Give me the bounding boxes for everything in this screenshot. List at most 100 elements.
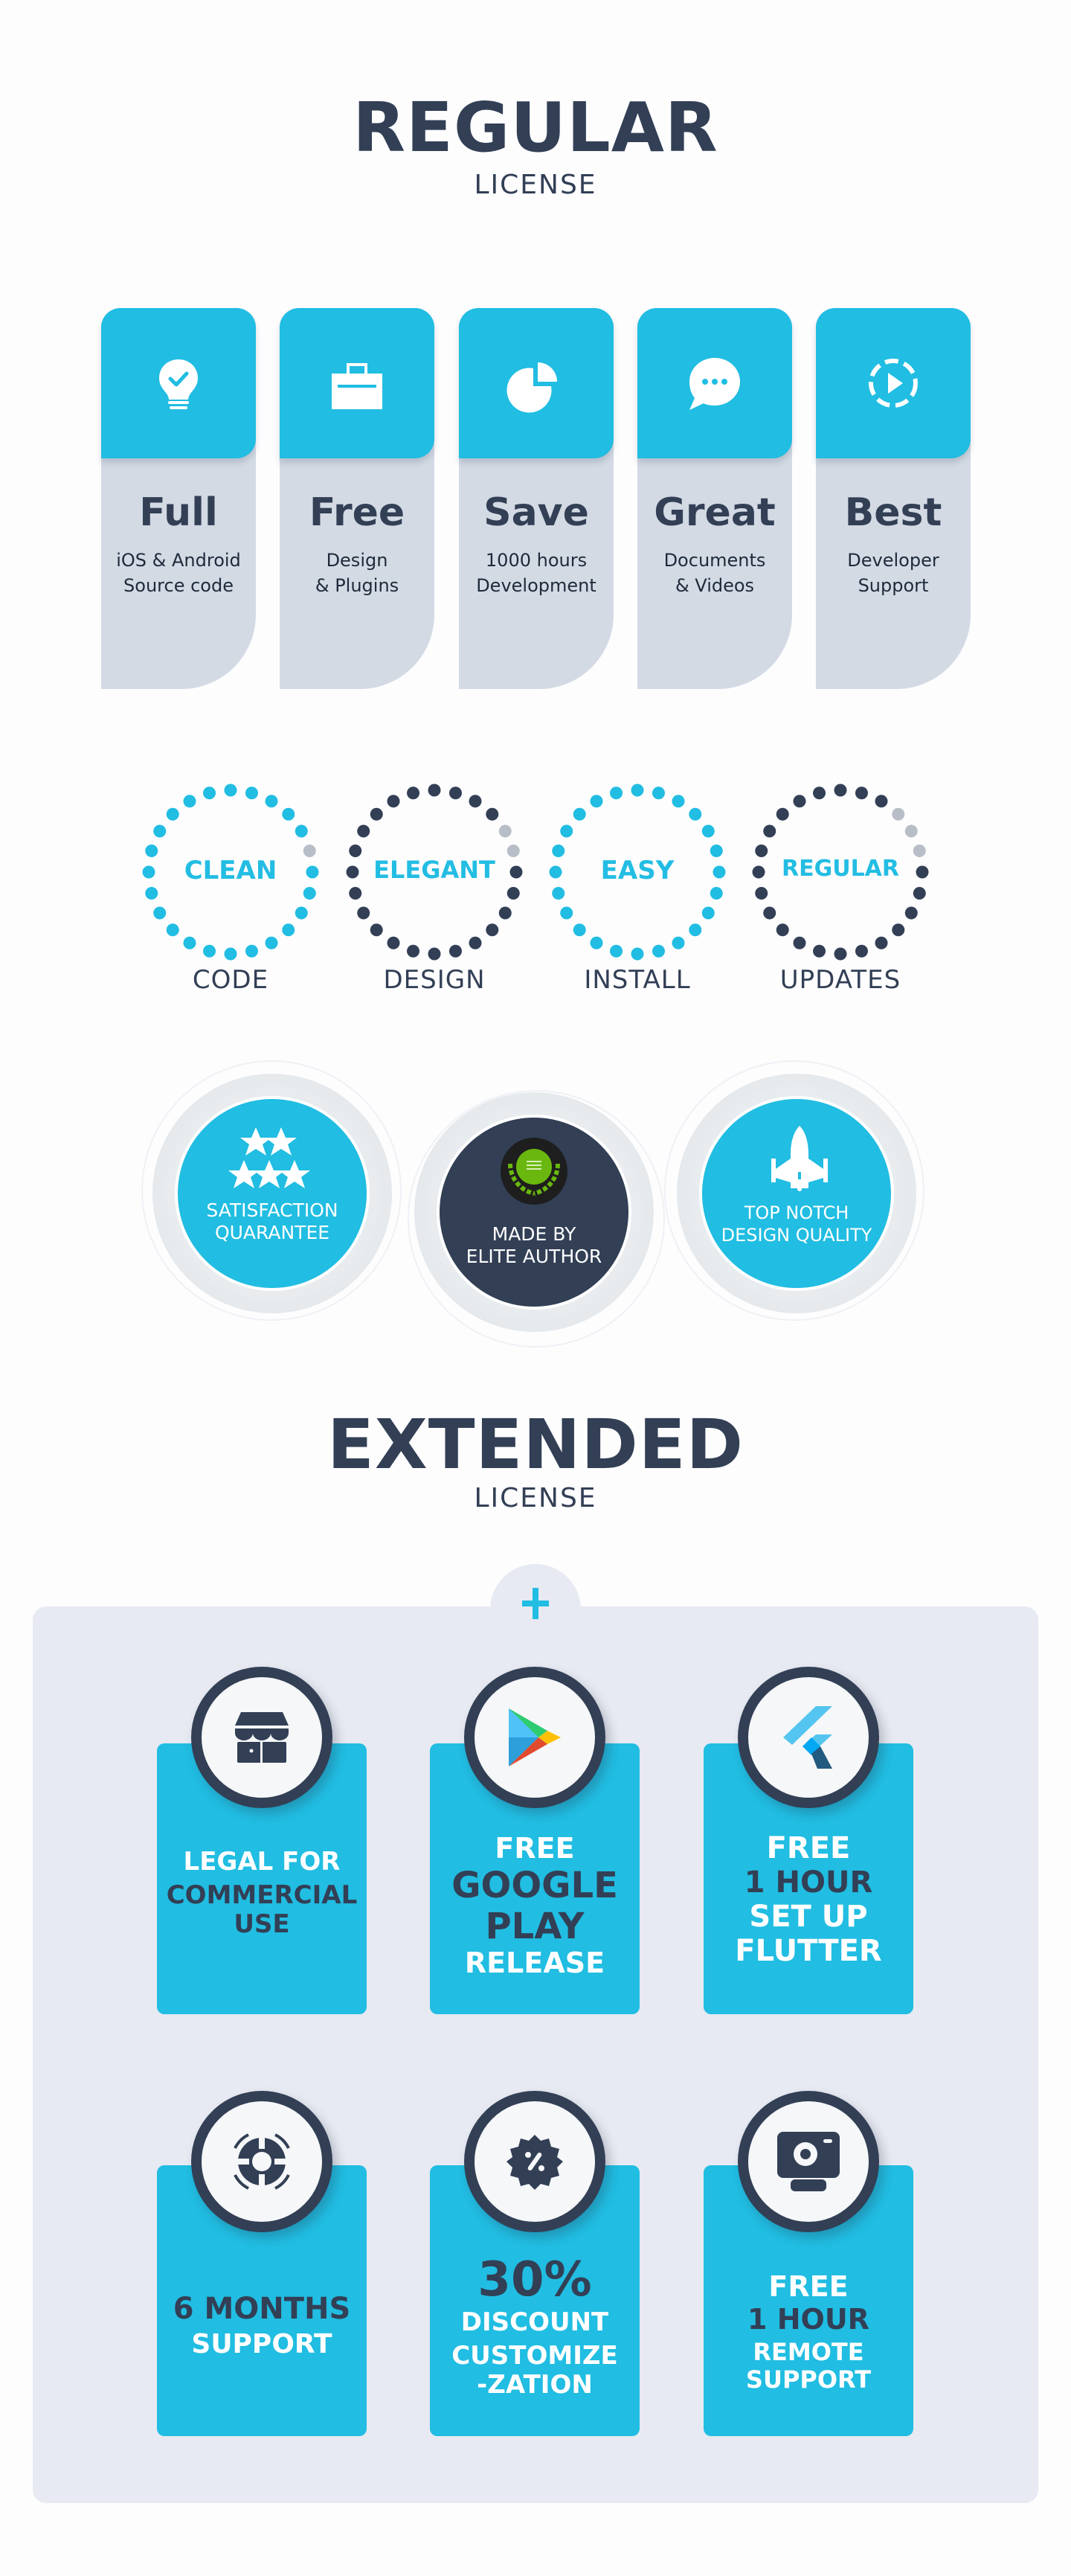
ring-dot [153, 906, 167, 920]
ring-dot [370, 923, 383, 937]
ring-dot [689, 807, 702, 821]
card-description: Developer Support [847, 550, 939, 596]
card-heading: Best [844, 490, 942, 535]
ring-dot [610, 944, 623, 958]
ring-dot [183, 936, 196, 949]
ring-label: INSTALL [584, 965, 691, 995]
lightbulb-check-icon [159, 359, 198, 409]
card-icon-area [101, 308, 256, 458]
ring-dot [303, 886, 316, 900]
ring-word: REGULAR [781, 856, 899, 882]
dot-ring-clean: CLEAN [141, 783, 320, 961]
ring-dot [875, 936, 888, 949]
five-stars-icon [228, 1127, 310, 1188]
ring-dot [166, 807, 179, 821]
ring-dot [672, 795, 685, 808]
feature-card-best: Best Developer Support [816, 308, 971, 689]
ring-dot [387, 936, 400, 949]
feature-card-free: Free Design & Plugins [280, 308, 434, 689]
ring-dot [498, 824, 512, 838]
plus-icon [522, 1588, 549, 1619]
ring-label: UPDATES [779, 965, 901, 995]
ring-dot [295, 906, 308, 920]
ring-dot [913, 886, 926, 900]
ring-dot [282, 807, 295, 821]
ring-dot [153, 824, 167, 838]
badge-text: TOP NOTCH DESIGN QUALITY [721, 1202, 872, 1246]
ring-dot [904, 824, 918, 838]
feature-card-great: Great Documents & Videos [637, 308, 792, 689]
ring-dot [755, 886, 768, 900]
dot-ring-easy: EASY [548, 783, 727, 961]
google-play-icon [509, 1708, 561, 1766]
flutter-logo-icon [783, 1706, 832, 1769]
badge-satisfaction: SATISFACTION QUARANTEE [152, 1074, 392, 1313]
ring-word: ELEGANT [373, 856, 495, 884]
icon-circle [738, 1667, 879, 1808]
card-icon-area [459, 308, 614, 458]
feature-card-save: Save 1000 hours Development [459, 308, 614, 689]
storefront-icon [235, 1712, 289, 1763]
ring-dot [145, 886, 158, 900]
icon-circle [738, 2091, 879, 2232]
ring-dot [689, 923, 702, 937]
card-icon-area [637, 308, 792, 458]
ring-dot [892, 923, 905, 937]
ring-dot [486, 923, 499, 937]
pie-chart-icon [506, 362, 557, 413]
lifebuoy-icon [234, 2133, 290, 2190]
ring-dot [793, 795, 806, 808]
ring-dot [428, 784, 441, 797]
ring-dot [469, 795, 482, 808]
badge-text: SATISFACTION QUARANTEE [206, 1199, 338, 1243]
card-heading: Great [654, 490, 776, 535]
badge-top-notch: TOP NOTCH DESIGN QUALITY [677, 1074, 916, 1313]
ring-dot [506, 886, 520, 900]
ring-dot [203, 944, 216, 958]
card-text: 6 MONTHS SUPPORT [173, 2292, 351, 2359]
ring-dot [573, 807, 586, 821]
ring-dot [469, 936, 482, 949]
card-heading: Save [483, 490, 589, 535]
ring-dot [701, 906, 715, 920]
icon-circle [191, 1667, 332, 1808]
ring-dot [370, 807, 383, 821]
ring-dot [486, 807, 499, 821]
ring-dot [701, 824, 715, 838]
ring-word: CLEAN [184, 856, 277, 885]
ring-dot [357, 824, 370, 838]
regular-subtitle: LICENSE [474, 170, 597, 200]
ring-dot [224, 947, 237, 961]
ring-dot [652, 944, 665, 958]
dot-ring-elegant: ELEGANT [345, 783, 524, 961]
dot-ring-regular: REGULAR [751, 783, 930, 961]
ring-dot [573, 923, 586, 937]
ring-dot [813, 786, 826, 800]
ring-dot [560, 906, 573, 920]
ring-dot [428, 947, 441, 961]
regular-title: REGULAR [353, 88, 718, 167]
card-text: 30% DISCOUNT CUSTOMIZE -ZATION [451, 2252, 618, 2400]
ring-dot [349, 886, 362, 900]
ring-dot [710, 886, 723, 900]
ring-dot [776, 923, 789, 937]
ring-dot [282, 923, 295, 937]
ring-dot [793, 936, 806, 949]
ring-dot [892, 807, 905, 821]
ring-dot [265, 936, 278, 949]
chat-bubble-icon [689, 358, 740, 410]
ring-dot [813, 944, 826, 958]
badge-text: MADE BY ELITE AUTHOR [466, 1223, 602, 1267]
card-description: iOS & Android Source code [116, 550, 241, 596]
ring-label: DESIGN [383, 965, 486, 995]
ring-dot [763, 824, 776, 838]
ring-dot [166, 923, 179, 937]
ring-dot [776, 807, 789, 821]
card-icon-area [816, 308, 971, 458]
webcam-icon [777, 2132, 840, 2191]
ring-dot [357, 906, 370, 920]
icon-circle [464, 1667, 605, 1808]
ring-label: CODE [192, 965, 269, 995]
card-icon-area [280, 308, 434, 458]
ring-dot [855, 944, 868, 958]
